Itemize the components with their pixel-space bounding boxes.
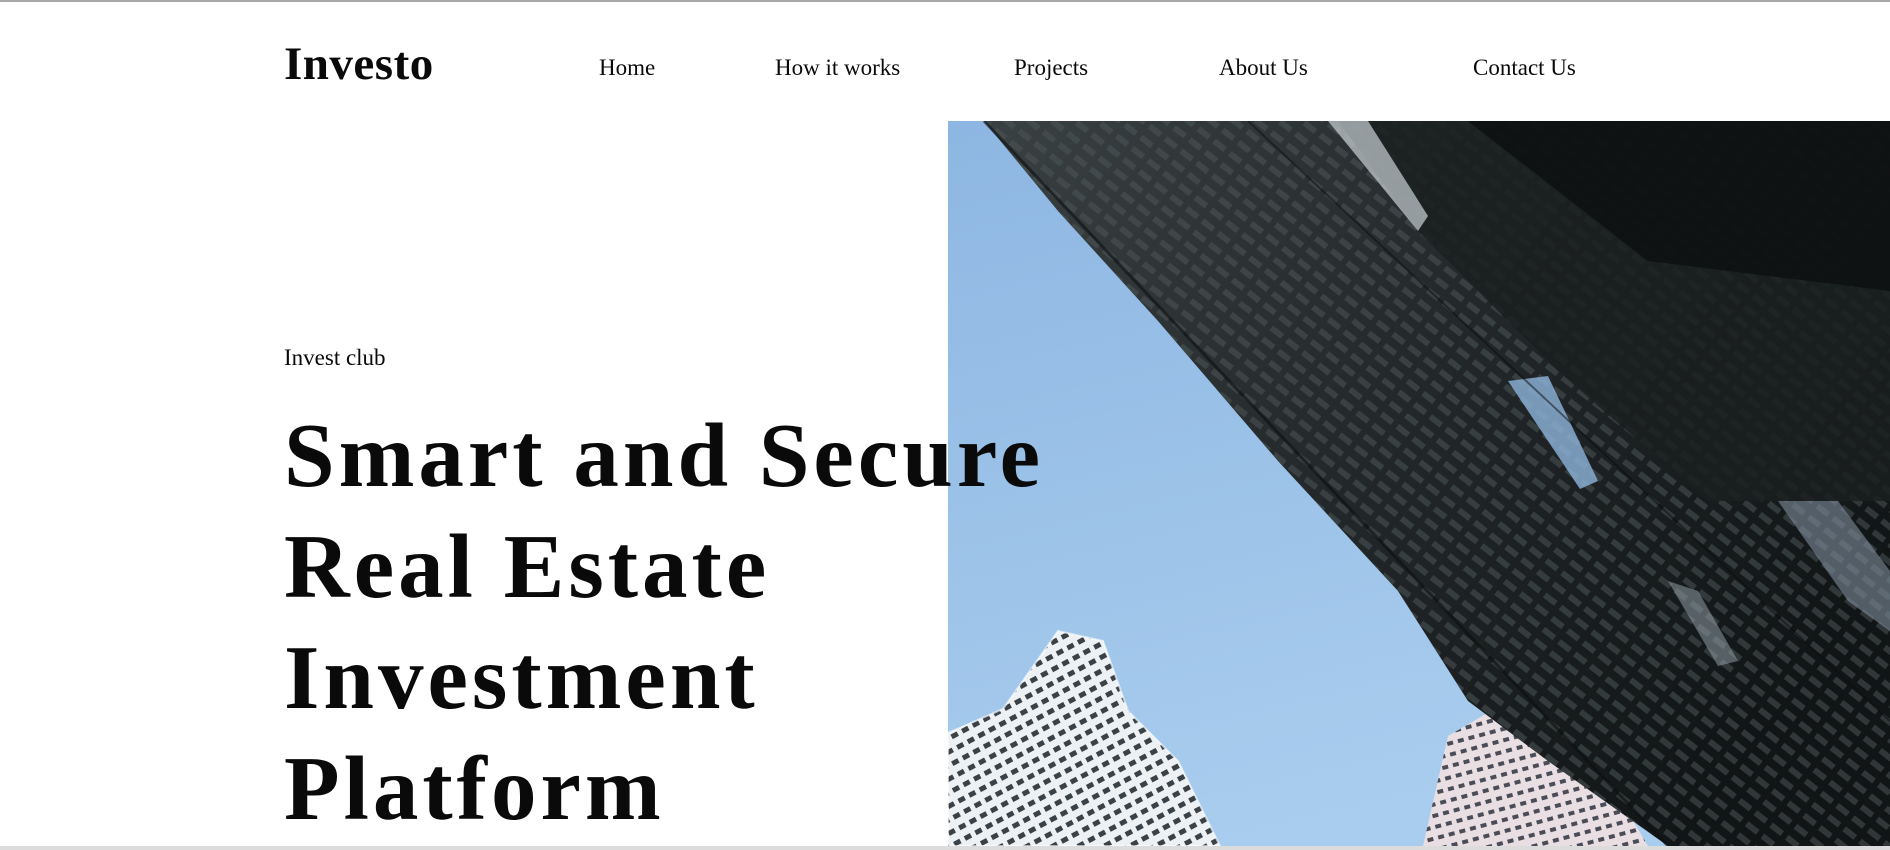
top-border bbox=[0, 0, 1890, 2]
nav-how-it-works[interactable]: How it works bbox=[775, 54, 900, 82]
headline-line-3: Investment bbox=[284, 627, 759, 728]
nav-contact-us[interactable]: Contact Us bbox=[1473, 54, 1576, 82]
nav-projects[interactable]: Projects bbox=[1014, 54, 1088, 82]
nav-about-us[interactable]: About Us bbox=[1219, 54, 1308, 82]
hero-headline: Smart and Secure Real Estate Investment … bbox=[284, 400, 1044, 844]
hero-eyebrow: Invest club bbox=[284, 345, 386, 370]
hero-image bbox=[948, 121, 1890, 846]
headline-line-4: Platform bbox=[284, 738, 665, 839]
skyscrapers-illustration bbox=[948, 121, 1890, 846]
headline-line-2: Real Estate bbox=[284, 516, 771, 617]
bottom-border bbox=[0, 846, 1890, 850]
logo[interactable]: Investo bbox=[284, 36, 434, 92]
headline-line-1: Smart and Secure bbox=[284, 405, 1044, 506]
nav-home[interactable]: Home bbox=[599, 54, 655, 82]
